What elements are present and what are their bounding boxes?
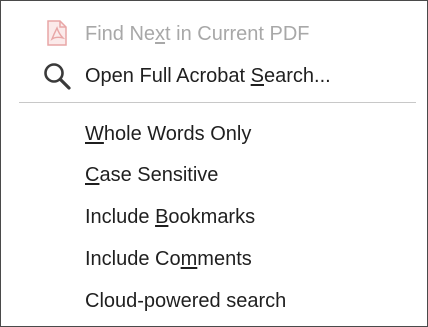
menu-item-access-key: B — [155, 206, 169, 228]
find-next-in-current-pdf-item: Find Next in Current PDF — [85, 22, 310, 46]
open-full-acrobat-search-item[interactable]: Open Full Acrobat Search... — [85, 64, 331, 88]
menu-item-label: Find Ne — [85, 23, 156, 45]
menu-item-label: Include — [85, 206, 156, 228]
menu-item-access-key: m — [180, 248, 198, 270]
menu-item-label: ase Sensitive — [99, 164, 219, 186]
include-comments-option[interactable]: Include Comments — [85, 247, 252, 271]
include-bookmarks-option[interactable]: Include Bookmarks — [85, 205, 255, 229]
menu-item-access-key: x — [155, 23, 166, 45]
menu-item-label: hole Words Only — [103, 123, 252, 145]
cloud-powered-search-option[interactable]: Cloud-powered search — [85, 289, 286, 313]
find-options-menu: Find Next in Current PDF Open Full Acrob… — [0, 0, 428, 327]
menu-item-label: ments — [197, 248, 252, 270]
menu-item-label: Open Full Acrobat — [85, 65, 251, 87]
case-sensitive-option[interactable]: Case Sensitive — [85, 163, 218, 187]
whole-words-only-option[interactable]: Whole Words Only — [85, 122, 251, 146]
menu-item-label: earch... — [264, 65, 331, 87]
menu-item-label: Include Co — [85, 248, 181, 270]
menu-item-access-key: W — [85, 123, 104, 145]
pdf-file-icon — [45, 20, 69, 51]
search-icon — [42, 61, 72, 96]
menu-item-label: Cloud-powered search — [85, 290, 287, 312]
menu-item-label: ookmarks — [168, 206, 256, 228]
menu-item-label: t in Current PDF — [165, 23, 310, 45]
menu-separator — [19, 102, 416, 103]
menu-item-access-key: S — [250, 65, 264, 87]
menu-item-access-key: C — [85, 164, 100, 186]
